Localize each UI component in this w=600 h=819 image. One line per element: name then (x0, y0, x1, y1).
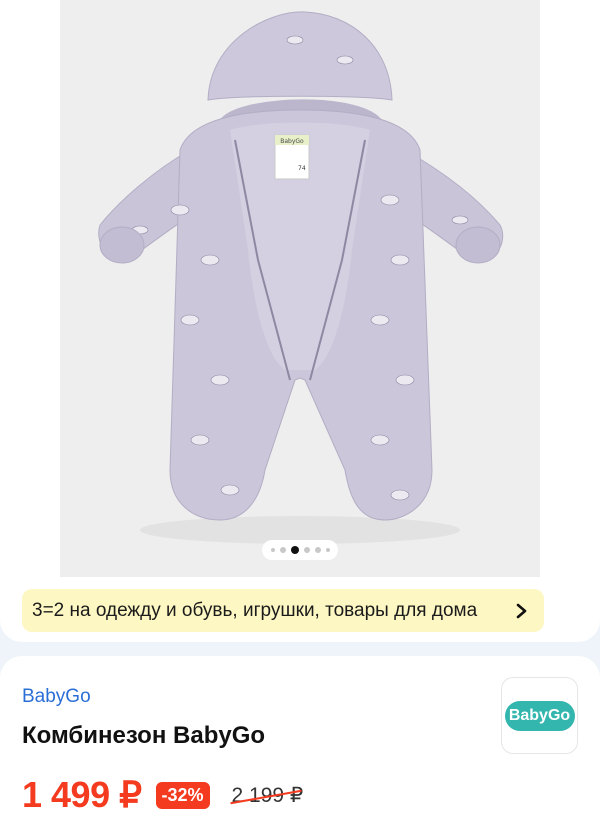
brand-logo-badge: BabyGo (504, 700, 575, 731)
gallery-dot[interactable] (303, 547, 310, 553)
discount-badge: -32% (155, 781, 210, 809)
current-price: 1 499 ₽ (22, 774, 142, 815)
promo-text: 3=2 на одежду и обувь, игрушки, товары д… (32, 599, 478, 621)
promo-banner[interactable]: 3=2 на одежду и обувь, игрушки, товары д… (22, 589, 544, 632)
product-gallery-card: BabyGo 74 3=2 на одежду и обувь, игрушки… (0, 0, 600, 642)
product-info-card: BabyGo Комбинезон BabyGo BabyGo 1 499 ₽ … (0, 656, 600, 819)
product-photo-image: BabyGo 74 (60, 0, 540, 577)
gallery-dot[interactable] (314, 547, 321, 553)
gallery-dot[interactable] (270, 548, 275, 552)
product-photo[interactable]: BabyGo 74 (60, 0, 540, 577)
gallery-dot[interactable] (279, 547, 286, 553)
gallery-dot-active[interactable] (290, 546, 299, 554)
garment-tag-size: 74 (298, 165, 306, 172)
garment-tag-brand: BabyGo (280, 138, 304, 145)
brand-logo[interactable]: BabyGo (501, 677, 578, 754)
brand-link[interactable]: BabyGo (22, 686, 91, 708)
gallery-dot[interactable] (325, 548, 330, 552)
old-price-wrap: 2 199 ₽ (229, 783, 303, 808)
gallery-pagination[interactable] (262, 540, 338, 560)
product-title: Комбинезон BabyGo (22, 722, 266, 749)
price-row: 1 499 ₽ -32% 2 199 ₽ (22, 774, 303, 816)
chevron-right-icon (512, 601, 532, 621)
